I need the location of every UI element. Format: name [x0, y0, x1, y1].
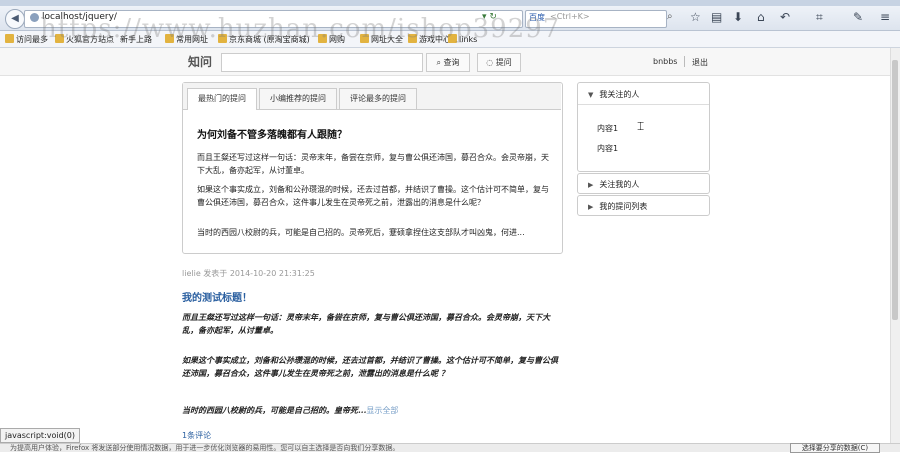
- bookmark-item[interactable]: 访问最多: [5, 34, 48, 45]
- tab-recommended-questions[interactable]: 小编推荐的提问: [259, 88, 337, 109]
- ask-button[interactable]: ◌ 提问: [477, 53, 521, 72]
- question-paragraph: 如果这个事实成立，刘备和公孙瓒混的时候，还去过首都，并结识了曹操。这个估计可不简…: [197, 185, 549, 207]
- bookmark-icon: [408, 34, 417, 43]
- globe-icon: [30, 13, 39, 22]
- search-icon[interactable]: ⌕: [667, 11, 673, 22]
- home-icon[interactable]: ⌂: [757, 10, 765, 24]
- bookmark-item[interactable]: 网购: [318, 34, 345, 45]
- comments-link[interactable]: 1条评论: [182, 430, 211, 441]
- url-text[interactable]: localhost/jquery/: [42, 12, 117, 22]
- bookmark-icon: [448, 34, 457, 43]
- my-questions-header[interactable]: ▶ 我的提问列表: [588, 201, 647, 212]
- search-icon: ⌕: [436, 58, 444, 67]
- search-button[interactable]: ⌕ 查询: [426, 53, 470, 72]
- reload-icon[interactable]: ▾ ↻: [482, 12, 497, 22]
- triangle-right-icon: ▶: [588, 203, 594, 211]
- triangle-down-icon: ▼: [588, 91, 594, 99]
- site-logo[interactable]: 知问: [188, 53, 212, 70]
- reading-list-icon[interactable]: ▤: [711, 10, 722, 24]
- search-placeholder[interactable]: <Ctrl+K>: [550, 12, 590, 21]
- bookmark-item[interactable]: 新手上路: [120, 34, 152, 45]
- bookmark-item[interactable]: 游戏中心: [408, 34, 451, 45]
- browser-search-bar[interactable]: [525, 10, 667, 28]
- post-paragraph: 当时的西园八校尉的兵，可能是自己招的。皇帝死...显示全部: [182, 405, 399, 415]
- search-engine-label[interactable]: 百度: [529, 12, 545, 23]
- question-search-input[interactable]: [221, 53, 423, 72]
- divider: [578, 104, 709, 105]
- link-status-tooltip: javascript:void(0): [0, 428, 81, 443]
- bookmark-item[interactable]: 网址大全: [360, 34, 403, 45]
- bookmark-icon: [5, 34, 14, 43]
- share-data-button[interactable]: 选择要分享的数据(C): [790, 443, 880, 453]
- bookmark-icon: [318, 34, 327, 43]
- show-all-link[interactable]: 显示全部: [366, 406, 398, 415]
- bookmark-icon: [360, 34, 369, 43]
- bookmark-item[interactable]: 常用网址: [165, 34, 208, 45]
- my-questions-panel[interactable]: ▶ 我的提问列表: [577, 195, 710, 216]
- post-paragraph: 而且王粲还写过这样一句话：灵帝末年，备尝在京师，复与曹公俱还沛国，募召合众。会灵…: [182, 312, 550, 335]
- star-icon[interactable]: ☆: [690, 10, 701, 24]
- notification-text: 为提高用户体验，Firefox 将发送部分使用情况数据，用于进一步优化浏览器的易…: [10, 444, 400, 452]
- post-title[interactable]: 我的测试标题！: [182, 289, 252, 304]
- mouse-cursor-icon: ⌶: [637, 119, 645, 133]
- post-paragraph: 如果这个事实成立，刘备和公孙瓒混的时候，还去过首都，并结识了曹操。这个估计可不简…: [182, 355, 558, 378]
- bookmark-icon: [218, 34, 227, 43]
- username-link[interactable]: bnbbs: [653, 57, 677, 66]
- bookmark-icon: [165, 34, 174, 43]
- undo-icon[interactable]: ↶: [780, 10, 790, 24]
- bookmark-item[interactable]: 火狐官方站点: [55, 34, 114, 45]
- download-icon[interactable]: ⬇: [733, 10, 743, 24]
- bookmark-item[interactable]: 京东商城 (原淘宝商城): [218, 34, 310, 45]
- question-paragraph: 当时的西园八校尉的兵，可能是自己招的。灵帝死后，蹇硕拿捏住这支部队才叫凶鬼，何进…: [197, 228, 525, 237]
- bookmark-item[interactable]: links: [448, 34, 477, 44]
- following-item[interactable]: 内容1: [597, 123, 618, 134]
- question-title[interactable]: 为何刘备不管多落魄都有人跟随？: [197, 126, 347, 141]
- followers-header[interactable]: ▶ 关注我的人: [588, 179, 639, 190]
- divider: [684, 56, 685, 67]
- chat-icon[interactable]: ✎: [853, 10, 863, 24]
- crop-icon[interactable]: ⌗: [816, 10, 823, 25]
- triangle-right-icon: ▶: [588, 181, 594, 189]
- lightbulb-icon: ◌: [486, 58, 496, 67]
- post-meta: lielie 发表于 2014-10-20 21:31:25: [182, 269, 315, 278]
- bookmark-icon: [55, 34, 64, 43]
- tab-most-commented-questions[interactable]: 评论最多的提问: [339, 88, 417, 109]
- followers-panel[interactable]: ▶ 关注我的人: [577, 173, 710, 194]
- following-item[interactable]: 内容1: [597, 143, 618, 154]
- logout-link[interactable]: 退出: [692, 57, 708, 68]
- menu-icon[interactable]: ≡: [880, 10, 890, 24]
- question-paragraph: 而且王粲还写过这样一句话：灵帝末年，备尝在京师，复与曹公俱还沛国，募召合众。会灵…: [197, 153, 549, 175]
- tab-hot-questions[interactable]: 最热门的提问: [187, 88, 257, 110]
- scrollbar-thumb[interactable]: [892, 60, 898, 320]
- following-header[interactable]: ▼ 我关注的人: [588, 89, 639, 100]
- back-button[interactable]: ◀: [5, 9, 25, 29]
